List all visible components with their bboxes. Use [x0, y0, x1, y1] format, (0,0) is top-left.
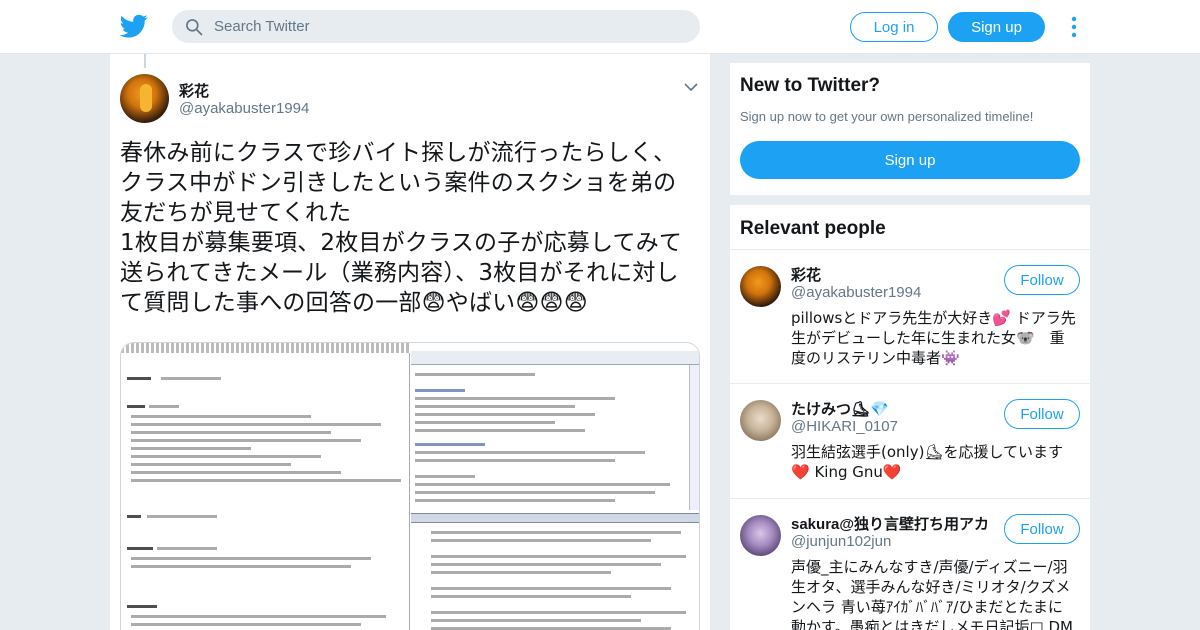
thread-connector-line	[144, 54, 146, 68]
search-icon	[186, 18, 203, 35]
follow-button[interactable]: Follow	[1004, 514, 1080, 544]
avatar[interactable]	[120, 74, 169, 123]
tweet-media-photos[interactable]	[120, 342, 700, 630]
login-button[interactable]: Log in	[850, 12, 938, 42]
photo-toolbar-strip	[411, 351, 699, 365]
person-bio: pillowsとドアラ先生が大好き💕 ドアラ先生がデビューした年に生まれた女🐨 …	[791, 309, 1076, 367]
relevant-people-title: Relevant people	[740, 218, 886, 239]
tweet-text-line: て質問した事への回答の一部😨やばい😨😨😨	[120, 290, 588, 316]
person-handle[interactable]: @ayakabuster1994	[791, 284, 921, 301]
tweet-text: 春休み前にクラスで珍バイト探しが流行ったらしく、 クラス中がドン引きしたという案…	[120, 138, 700, 318]
person-name[interactable]: 彩花	[791, 264, 821, 285]
avatar[interactable]	[740, 266, 781, 307]
person-handle[interactable]: @HIKARI_0107	[791, 418, 898, 435]
top-navigation-bar: Log in Sign up	[0, 0, 1200, 54]
tweet-text-line: 春休み前にクラスで珍バイト探しが流行ったらしく、	[120, 140, 677, 166]
person-item[interactable]: たけみつ⛸💎 @HIKARI_0107 Follow 羽生結弦選手(only)⛸…	[730, 384, 1090, 499]
twitter-bird-icon[interactable]	[120, 12, 148, 40]
tweet-text-line: クラス中がドン引きしたという案件のスクショを弟の	[120, 170, 677, 196]
person-item[interactable]: 彩花 @ayakabuster1994 Follow pillowsとドアラ先生…	[730, 250, 1090, 384]
relevant-people-card: Relevant people 彩花 @ayakabuster1994 Foll…	[730, 205, 1090, 630]
person-item[interactable]: sakura@独り言壁打ち用アカ @junjun102jun Follow 声優…	[730, 499, 1090, 630]
more-options-icon[interactable]	[1068, 16, 1080, 38]
person-bio: 羽生結弦選手(only)⛸を応援しています❤️ King Gnu❤️	[791, 443, 1064, 481]
tweet-card: 彩花 @ayakabuster1994 春休み前にクラスで珍バイト探しが流行った…	[110, 54, 710, 630]
search-input[interactable]	[214, 18, 674, 35]
attached-photo-2[interactable]	[411, 343, 699, 630]
follow-button[interactable]: Follow	[1004, 399, 1080, 429]
photo-scrollbar	[689, 365, 699, 510]
tweet-text-line: 1枚目が募集要項、2枚目がクラスの子が応募してみて	[120, 230, 683, 256]
person-bio: 声優_主にみんなすき/声優/ディズニー/羽生オタ、選手みんな好き/ミリオタ/クズ…	[791, 558, 1073, 630]
tweet-text-line: 友だちが見せてくれた	[120, 200, 352, 226]
attached-photo-1[interactable]	[121, 343, 410, 630]
person-name[interactable]: たけみつ⛸💎	[791, 398, 889, 419]
follow-button[interactable]: Follow	[1004, 265, 1080, 295]
photo-divider-strip	[411, 513, 699, 523]
tweet-text-line: 送られてきたメール（業務内容）、3枚目がそれに対し	[120, 260, 679, 286]
tweet-author-name[interactable]: 彩花	[179, 80, 209, 101]
new-to-twitter-title: New to Twitter?	[740, 75, 881, 96]
avatar[interactable]	[740, 515, 781, 556]
search-box[interactable]	[172, 10, 700, 43]
person-name[interactable]: sakura@独り言壁打ち用アカ	[791, 513, 989, 534]
avatar[interactable]	[740, 400, 781, 441]
person-handle[interactable]: @junjun102jun	[791, 533, 891, 550]
tweet-author-handle[interactable]: @ayakabuster1994	[179, 100, 309, 117]
new-to-twitter-card: New to Twitter? Sign up now to get your …	[730, 63, 1090, 195]
chevron-down-icon[interactable]	[684, 82, 698, 92]
photo-header-strip	[121, 343, 410, 353]
sidebar-signup-button[interactable]: Sign up	[740, 141, 1080, 179]
signup-button[interactable]: Sign up	[948, 12, 1045, 42]
new-to-twitter-subtitle: Sign up now to get your own personalized…	[740, 109, 1034, 124]
